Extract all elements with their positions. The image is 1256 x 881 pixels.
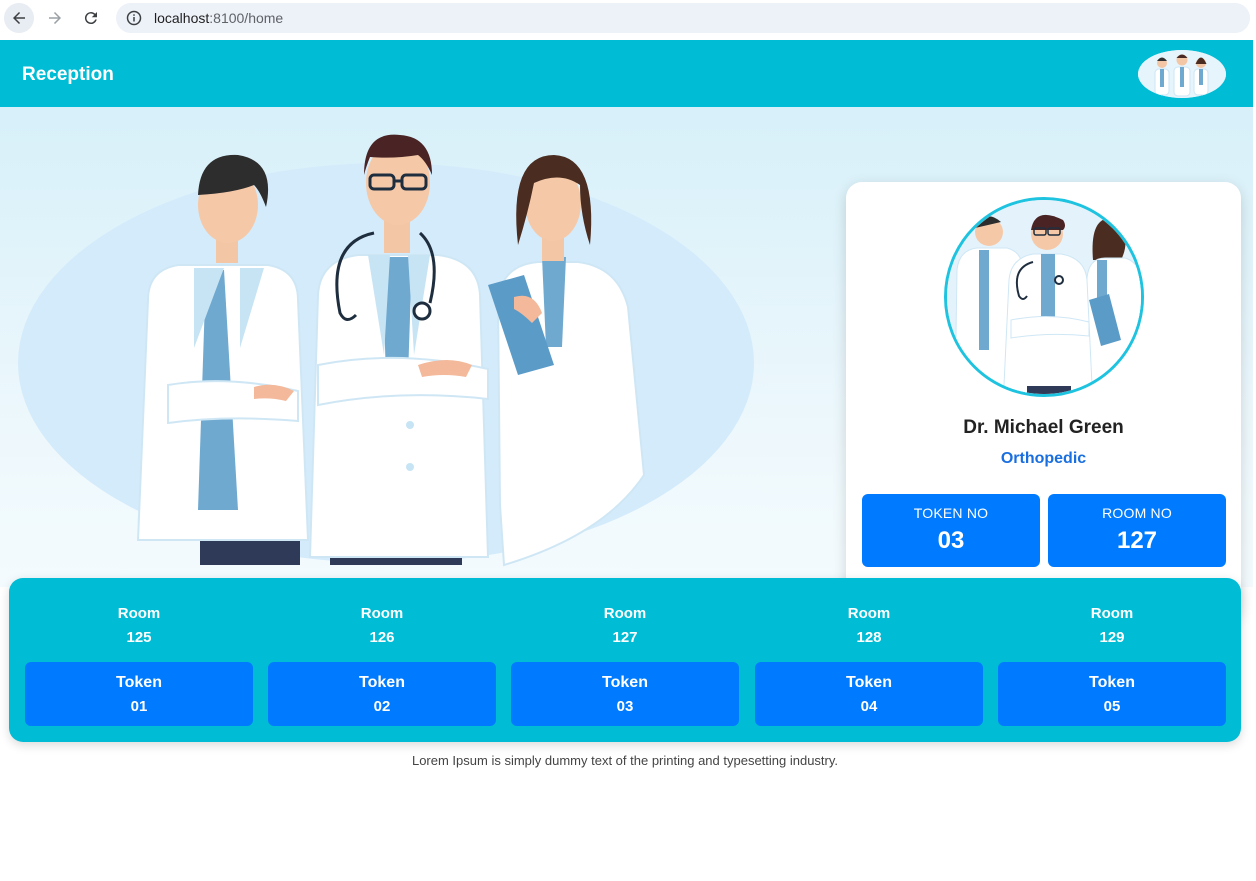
room-number-box: ROOM NO 127 xyxy=(1048,494,1226,567)
token-number: 02 xyxy=(373,698,391,715)
app-header: Reception xyxy=(0,40,1253,107)
token-number: 03 xyxy=(616,698,634,715)
token-number-label: TOKEN NO xyxy=(913,505,989,521)
token-box: Token 01 xyxy=(25,662,253,726)
room-number: 129 xyxy=(1099,629,1125,646)
page: Reception Dr. Michael Green Orthopedic T… xyxy=(0,40,1253,881)
token-label: Token xyxy=(1089,674,1135,691)
room-card[interactable]: Room 128 Token 04 xyxy=(755,578,983,742)
doctor-name: Dr. Michael Green xyxy=(963,417,1124,438)
room-number-value: 127 xyxy=(1116,527,1158,554)
token-box: Token 02 xyxy=(268,662,496,726)
room-number: 125 xyxy=(126,629,152,646)
room-card[interactable]: Room 126 Token 02 xyxy=(268,578,496,742)
token-number: 04 xyxy=(860,698,878,715)
doctor-specialty: Orthopedic xyxy=(1000,450,1087,467)
back-button[interactable] xyxy=(4,3,34,33)
current-doctor-card: Dr. Michael Green Orthopedic TOKEN NO 03… xyxy=(846,182,1241,620)
browser-toolbar: localhost:8100/home xyxy=(0,0,1256,40)
address-bar[interactable]: localhost:8100/home xyxy=(116,3,1250,33)
room-card[interactable]: Room 127 Token 03 xyxy=(511,578,739,742)
footer-text: Lorem Ipsum is simply dummy text of the … xyxy=(411,753,839,768)
token-number-box: TOKEN NO 03 xyxy=(862,494,1040,567)
room-card[interactable]: Room 129 Token 05 xyxy=(998,578,1226,742)
doctor-photo xyxy=(944,197,1144,397)
hero-section: Dr. Michael Green Orthopedic TOKEN NO 03… xyxy=(0,107,1253,620)
room-label: Room xyxy=(847,605,891,622)
room-number: 126 xyxy=(369,629,395,646)
token-label: Token xyxy=(846,674,892,691)
token-label: Token xyxy=(602,674,648,691)
token-label: Token xyxy=(359,674,405,691)
room-number-label: ROOM NO xyxy=(1102,505,1172,521)
reload-icon xyxy=(84,12,97,25)
forward-button[interactable] xyxy=(40,3,70,33)
token-number: 01 xyxy=(130,698,148,715)
token-box: Token 05 xyxy=(998,662,1226,726)
room-number: 128 xyxy=(856,629,882,646)
arrow-right-icon xyxy=(49,12,61,24)
rooms-token-panel: Room 125 Token 01 Room 126 Token 02 Room… xyxy=(9,578,1241,742)
room-card[interactable]: Room 125 Token 01 xyxy=(25,578,253,742)
page-title: Reception xyxy=(22,64,114,85)
token-box: Token 03 xyxy=(511,662,739,726)
arrow-left-icon xyxy=(13,12,25,24)
url-text: localhost:8100/home xyxy=(154,10,284,26)
header-doctors-avatar[interactable] xyxy=(1138,50,1226,98)
token-number-value: 03 xyxy=(937,527,965,554)
token-box: Token 04 xyxy=(755,662,983,726)
room-label: Room xyxy=(360,605,404,622)
room-label: Room xyxy=(603,605,647,622)
doctors-illustration xyxy=(18,134,754,567)
room-label: Room xyxy=(1090,605,1134,622)
token-number: 05 xyxy=(1103,698,1121,715)
room-label: Room xyxy=(117,605,161,622)
reload-button[interactable] xyxy=(76,3,106,33)
token-label: Token xyxy=(116,674,162,691)
room-number: 127 xyxy=(612,629,638,646)
info-icon[interactable] xyxy=(126,10,142,26)
